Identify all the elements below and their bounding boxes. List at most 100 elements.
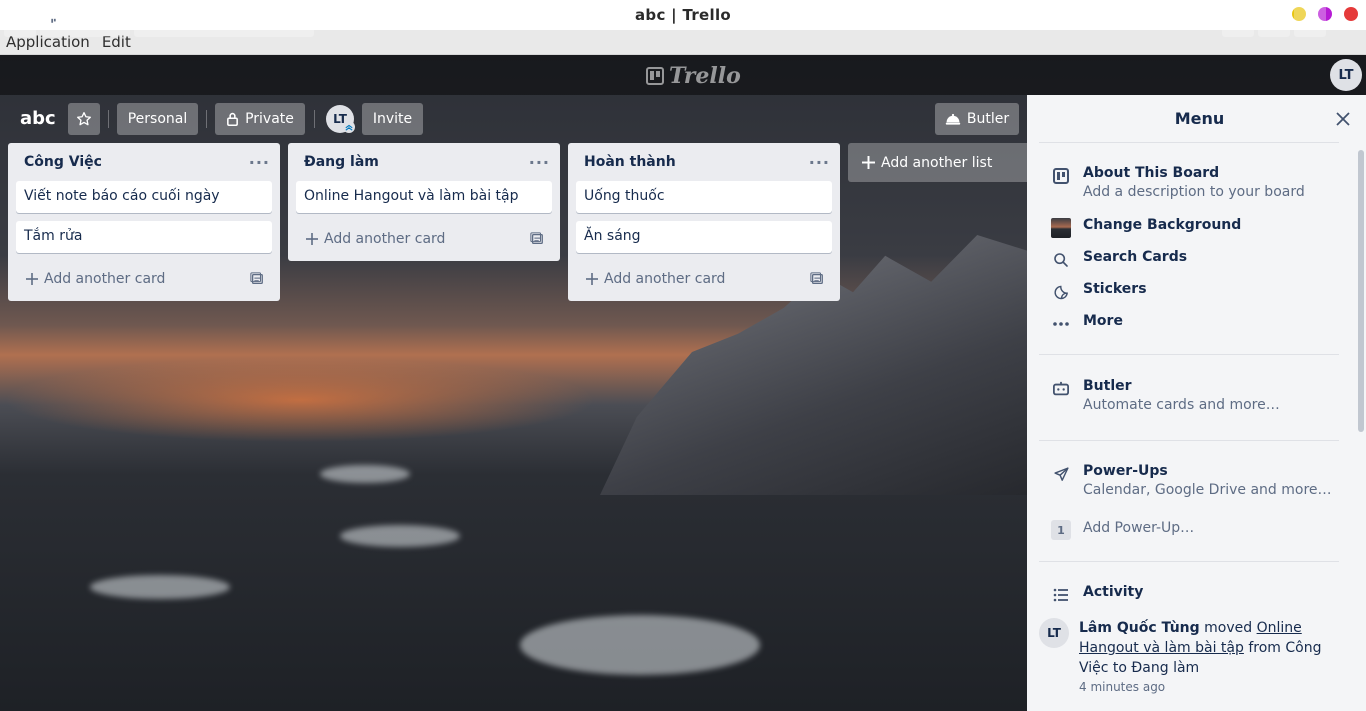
divider — [1039, 561, 1339, 562]
stickers-label: Stickers — [1083, 281, 1147, 297]
menu-butler[interactable]: Butler Automate cards and more… — [1051, 378, 1280, 413]
list-menu-icon[interactable]: ··· — [249, 153, 270, 172]
menu-title: Menu — [1174, 109, 1225, 128]
divider — [1039, 354, 1339, 355]
menu-search-cards[interactable]: Search Cards — [1051, 249, 1187, 270]
list-header: Hoàn thành ··· — [568, 143, 840, 181]
rocket-icon — [1051, 464, 1071, 484]
menu-change-background[interactable]: Change Background — [1051, 217, 1241, 238]
card[interactable]: Online Hangout và làm bài tập — [296, 181, 552, 213]
admin-badge — [343, 121, 355, 133]
boards-label: Boards — [65, 13, 120, 29]
power-up-count-badge: 1 — [1051, 520, 1071, 540]
background-thumbnail-icon — [1051, 218, 1071, 238]
list-dang-lam: Đang làm ··· Online Hangout và làm bài t… — [288, 143, 560, 261]
add-card-button[interactable]: Add another card — [16, 261, 272, 297]
info-icon — [1266, 13, 1282, 29]
about-board-label: About This Board — [1083, 165, 1220, 181]
card[interactable]: Uống thuốc — [576, 181, 832, 213]
user-avatar[interactable]: LT — [1330, 59, 1362, 91]
card-template-icon[interactable] — [530, 232, 544, 246]
list-title[interactable]: Hoàn thành — [584, 154, 676, 170]
trello-logo-icon — [646, 67, 664, 85]
card[interactable]: Viết note báo cáo cuối ngày — [16, 181, 272, 213]
add-list-button[interactable]: Add another list — [848, 143, 1028, 182]
close-icon[interactable] — [1335, 111, 1351, 127]
close-window-button[interactable] — [1344, 7, 1358, 21]
card-template-icon[interactable] — [250, 272, 264, 286]
add-card-label: Add another card — [324, 231, 446, 247]
butler-button[interactable]: Butler — [935, 103, 1019, 135]
privacy-button[interactable]: Private — [215, 103, 305, 135]
search-cards-label: Search Cards — [1083, 249, 1188, 265]
background-wave — [520, 615, 760, 675]
plus-icon — [26, 273, 38, 285]
menu-add-power-up[interactable]: 1 Add Power-Up… — [1051, 519, 1194, 540]
boards-button[interactable]: Boards — [40, 5, 130, 37]
list-cong-viec: Công Việc ··· Viết note báo cáo cuối ngà… — [8, 143, 280, 301]
activity-list-icon — [1051, 585, 1071, 605]
home-button[interactable] — [4, 5, 36, 37]
search-input[interactable] — [134, 5, 314, 37]
divider — [108, 110, 109, 128]
add-card-button[interactable]: Add another card — [296, 221, 552, 257]
background-wave — [90, 575, 230, 599]
trello-logo[interactable]: Trello — [646, 63, 741, 89]
more-label: More — [1083, 313, 1123, 329]
divider — [1039, 142, 1339, 143]
plus-icon — [586, 273, 598, 285]
chevron-up-icon — [345, 124, 353, 131]
divider — [206, 110, 207, 128]
bell-icon — [1303, 15, 1317, 30]
menu-stickers[interactable]: Stickers — [1051, 281, 1147, 302]
list-header: Công Việc ··· — [8, 143, 280, 181]
butler-icon — [945, 113, 961, 125]
menu-activity[interactable]: Activity — [1051, 584, 1143, 605]
menu-scrollbar[interactable] — [1358, 150, 1364, 432]
team-visibility-label: Personal — [127, 111, 188, 127]
butler-label: Butler — [966, 111, 1010, 127]
sticker-icon — [1051, 282, 1071, 302]
invite-button[interactable]: Invite — [362, 103, 423, 135]
change-background-label: Change Background — [1083, 217, 1242, 233]
activity-timestamp[interactable]: 4 minutes ago — [1079, 680, 1165, 694]
board-menu-panel: Menu About This Board Add a description … — [1027, 95, 1366, 711]
activity-user-name[interactable]: Lâm Quốc Tùng — [1079, 620, 1200, 636]
card-template-icon[interactable] — [810, 272, 824, 286]
header-search[interactable] — [134, 5, 314, 37]
about-board-description[interactable]: Add a description to your board — [1083, 184, 1305, 200]
divider — [314, 110, 315, 128]
boards-icon — [50, 17, 57, 25]
add-card-label: Add another card — [44, 271, 166, 287]
add-card-button[interactable]: Add another card — [576, 261, 832, 297]
info-button[interactable] — [1258, 5, 1290, 37]
search-icon[interactable] — [290, 13, 306, 29]
menu-more[interactable]: More — [1051, 313, 1123, 334]
list-menu-icon[interactable]: ··· — [529, 153, 550, 172]
team-visibility-button[interactable]: Personal — [117, 103, 198, 135]
list-hoan-thanh: Hoàn thành ··· Uống thuốc Ăn sáng Add an… — [568, 143, 840, 301]
activity-user-avatar[interactable]: LT — [1039, 618, 1069, 648]
invite-label: Invite — [372, 111, 413, 127]
activity-label: Activity — [1083, 584, 1144, 600]
list-menu-icon[interactable]: ··· — [809, 153, 830, 172]
card[interactable]: Ăn sáng — [576, 221, 832, 253]
activity-entry: Lâm Quốc Tùng moved Online Hangout và là… — [1079, 618, 1349, 678]
background-wave — [320, 465, 410, 483]
add-list-label: Add another list — [881, 154, 993, 171]
home-icon — [12, 13, 28, 29]
menu-power-ups[interactable]: Power-Ups Calendar, Google Drive and mor… — [1051, 463, 1332, 498]
notifications-button[interactable] — [1294, 5, 1326, 37]
star-icon — [77, 112, 91, 126]
star-board-button[interactable] — [68, 103, 100, 135]
list-title[interactable]: Đang làm — [304, 154, 379, 170]
board-title[interactable]: abc — [20, 108, 56, 129]
plus-icon — [306, 233, 318, 245]
privacy-label: Private — [245, 111, 294, 127]
menu-about-board[interactable]: About This Board Add a description to yo… — [1051, 165, 1305, 200]
plus-icon — [862, 156, 875, 169]
divider — [1039, 440, 1339, 441]
create-button[interactable] — [1222, 5, 1254, 37]
card[interactable]: Tắm rửa — [16, 221, 272, 253]
list-title[interactable]: Công Việc — [24, 154, 102, 170]
